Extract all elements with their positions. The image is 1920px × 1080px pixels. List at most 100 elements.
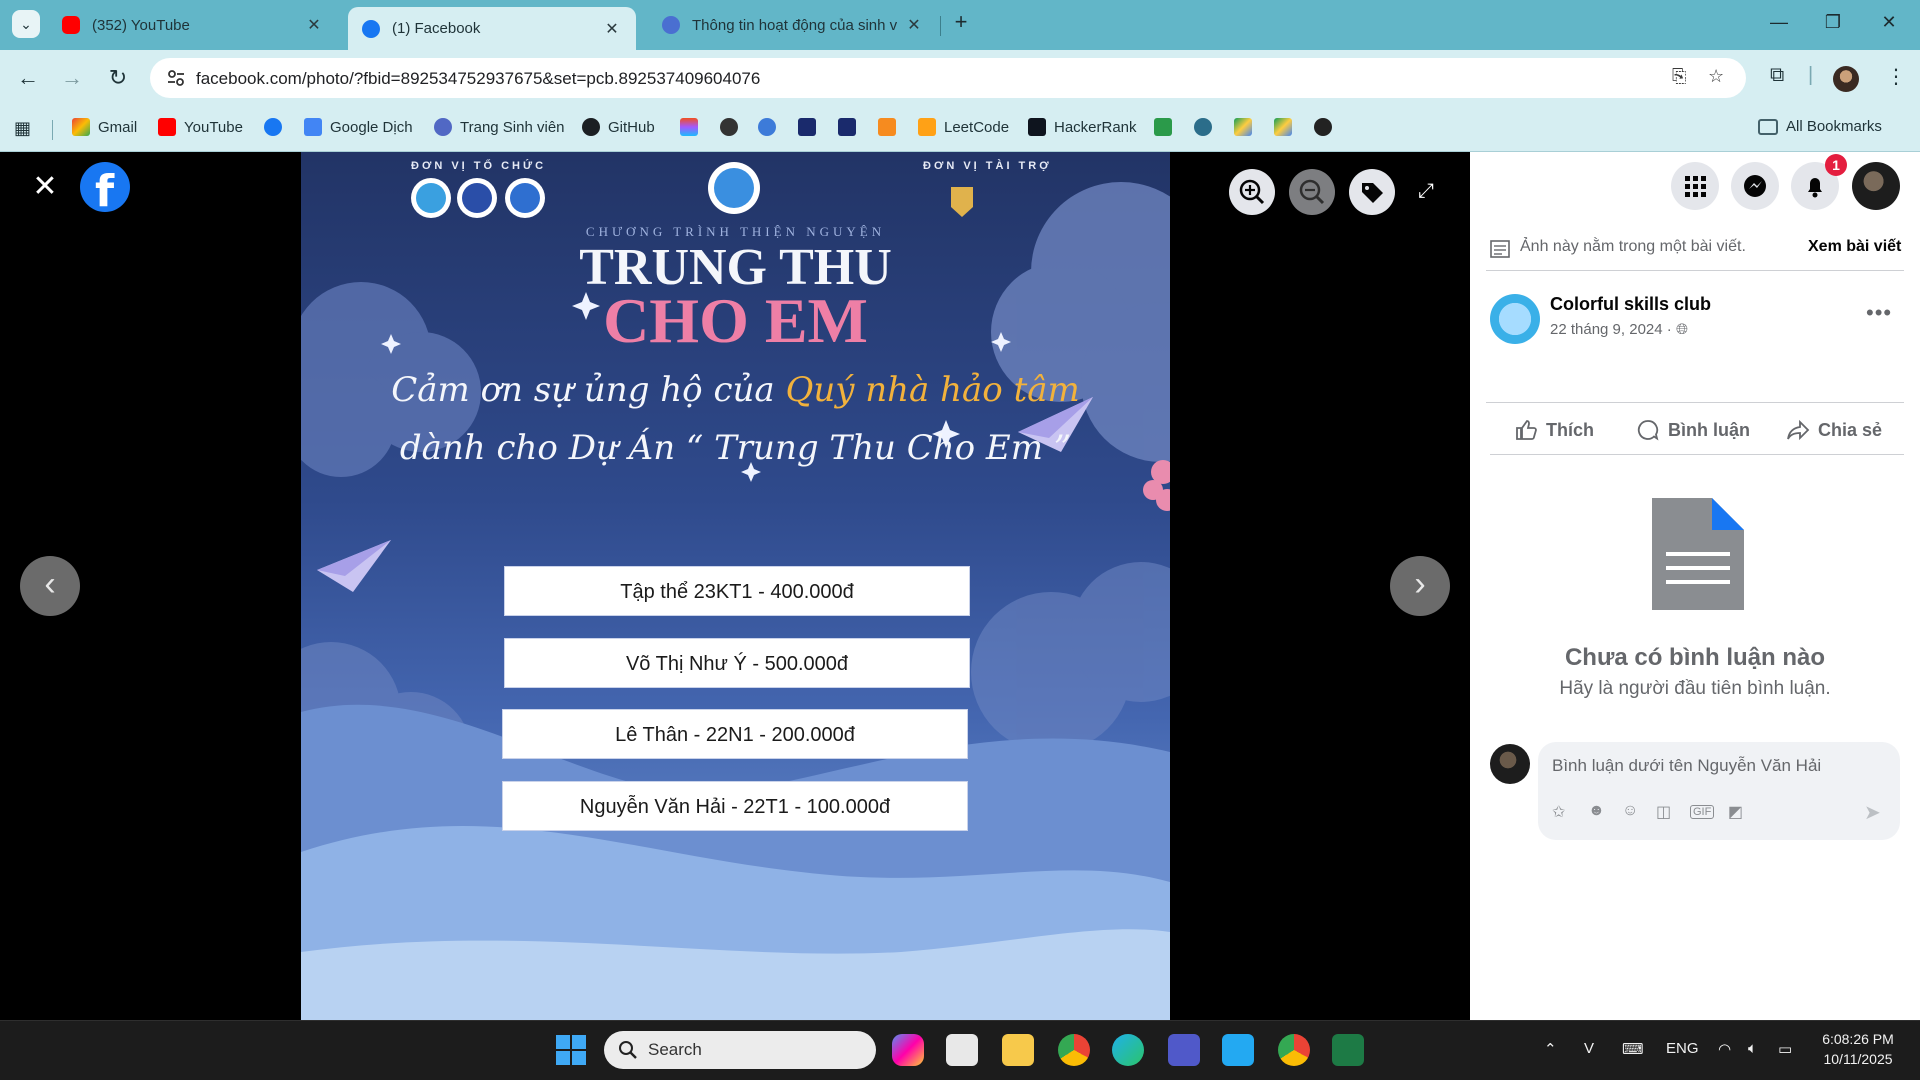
windows-start-icon[interactable] — [556, 1035, 586, 1065]
file-explorer-icon[interactable] — [1002, 1034, 1034, 1066]
system-clock[interactable]: 6:08:26 PM 10/11/2025 — [1810, 1029, 1906, 1069]
bookmark-canva[interactable] — [758, 118, 784, 136]
copilot-icon[interactable] — [892, 1034, 924, 1066]
gif-icon[interactable]: GIF — [1690, 805, 1715, 819]
camera-icon[interactable]: ◫ — [1656, 802, 1671, 822]
apps-icon[interactable]: ▦ — [14, 118, 31, 139]
vscode-icon[interactable] — [1222, 1034, 1254, 1066]
close-icon[interactable]: ✕ — [602, 19, 622, 39]
zoom-out-icon — [1299, 179, 1325, 205]
view-post-link[interactable]: Xem bài viết — [1808, 238, 1901, 256]
bookmark-facebook[interactable] — [264, 118, 290, 136]
divider — [1486, 402, 1904, 403]
like-button[interactable]: Thích — [1514, 418, 1594, 442]
edge-icon[interactable] — [1112, 1034, 1144, 1066]
tab-student-activity[interactable]: Thông tin hoạt động của sinh v ✕ — [648, 7, 938, 43]
previous-photo-button[interactable]: ‹ — [20, 556, 80, 616]
avatar-sticker-icon[interactable]: ✩ — [1552, 802, 1565, 822]
chrome-profile-icon[interactable] — [1278, 1034, 1310, 1066]
zoom-in-button[interactable] — [1229, 169, 1275, 215]
back-button[interactable]: ← — [14, 64, 42, 92]
bookmark-site-a[interactable] — [798, 118, 824, 136]
language-indicator[interactable]: ENG — [1666, 1040, 1699, 1057]
hackerrank-icon — [1028, 118, 1046, 136]
bookmark-google-translate[interactable]: Google Dịch — [304, 118, 413, 136]
site-info-icon[interactable] — [166, 68, 186, 88]
university-icon — [662, 16, 680, 34]
teams-icon[interactable] — [1168, 1034, 1200, 1066]
show-hidden-icons[interactable]: ⌃ — [1544, 1040, 1557, 1058]
bookmark-github[interactable]: GitHub — [582, 118, 655, 136]
emoji-face-icon[interactable]: ☻ — [1588, 802, 1605, 820]
tag-photo-button[interactable] — [1349, 169, 1395, 215]
taskbar: Search ⌃ V ⌨ ENG ◠ 🔈︎ ▭ 6:08:26 PM 10/11… — [0, 1020, 1920, 1080]
comment-box[interactable]: Bình luận dưới tên Nguyễn Văn Hải ✩ ☻ ☺ … — [1538, 742, 1900, 840]
share-button[interactable]: Chia sẻ — [1786, 418, 1882, 442]
more-options-button[interactable]: ••• — [1866, 300, 1892, 326]
chrome-icon[interactable] — [1058, 1034, 1090, 1066]
new-tab-button[interactable]: + — [946, 9, 976, 35]
bookmark-student-portal[interactable]: Trang Sinh viên — [434, 118, 565, 136]
tab-search-button[interactable]: ⌄ — [12, 10, 40, 38]
keyboard-icon[interactable]: ⌨ — [1622, 1040, 1644, 1058]
minimize-icon[interactable]: — — [1764, 12, 1794, 33]
author-name[interactable]: Colorful skills club — [1550, 294, 1711, 315]
account-avatar[interactable] — [1852, 162, 1900, 210]
forward-button[interactable]: → — [58, 64, 86, 92]
bookmark-webflow[interactable] — [1154, 118, 1180, 136]
restore-icon[interactable]: ❐ — [1818, 12, 1848, 33]
bookmark-youtube[interactable]: YouTube — [158, 118, 243, 136]
window-close-icon[interactable]: ✕ — [1874, 12, 1904, 33]
messenger-button[interactable] — [1731, 162, 1779, 210]
tab-facebook[interactable]: (1) Facebook ✕ — [348, 7, 636, 50]
send-icon[interactable]: ➤ — [1864, 800, 1881, 825]
bookmark-site-b[interactable] — [838, 118, 864, 136]
leetcode-icon — [918, 118, 936, 136]
comment-button[interactable]: Bình luận — [1636, 418, 1750, 442]
bookmark-copilot[interactable] — [1314, 118, 1340, 136]
bookmark-leetcode[interactable]: LeetCode — [918, 118, 1009, 136]
next-photo-button[interactable]: › — [1390, 556, 1450, 616]
bookmark-chatgpt[interactable] — [720, 118, 746, 136]
excel-icon[interactable] — [1332, 1034, 1364, 1066]
author-avatar[interactable] — [1490, 294, 1540, 344]
sticker-icon[interactable]: ◩ — [1728, 802, 1743, 822]
canva-icon — [758, 118, 776, 136]
close-icon[interactable]: ✕ — [904, 15, 924, 35]
tab-youtube[interactable]: (352) YouTube ✕ — [48, 7, 338, 43]
emoji-icon[interactable]: ☺ — [1622, 802, 1638, 820]
bookmark-star-icon[interactable]: ☆ — [1708, 66, 1724, 87]
zoom-out-button[interactable] — [1289, 169, 1335, 215]
close-icon[interactable]: ✕ — [304, 15, 324, 35]
facebook-logo-icon[interactable]: f — [80, 162, 130, 217]
vivaldi-tray-icon[interactable]: V — [1584, 1040, 1594, 1057]
extensions-icon[interactable]: ⧉ — [1770, 64, 1784, 87]
wifi-icon[interactable]: ◠ — [1718, 1040, 1731, 1058]
bookmark-figma[interactable] — [680, 118, 706, 136]
bookmark-gmail[interactable]: Gmail — [72, 118, 137, 136]
divider — [1486, 270, 1904, 271]
close-viewer-button[interactable]: ✕ — [30, 172, 60, 202]
bookmark-site-c[interactable] — [878, 118, 904, 136]
commenter-avatar[interactable] — [1490, 744, 1530, 784]
install-app-icon[interactable]: ⎘ — [1672, 66, 1686, 87]
menu-icon[interactable]: ⋮ — [1886, 64, 1906, 89]
post-date[interactable]: 22 tháng 9, 2024 · 🌐︎ — [1550, 321, 1688, 338]
menu-grid-button[interactable] — [1671, 162, 1719, 210]
bookmark-drive[interactable] — [1234, 118, 1260, 136]
browser-profile-avatar[interactable] — [1833, 66, 1859, 92]
address-bar[interactable]: facebook.com/photo/?fbid=892534752937675… — [150, 58, 1746, 98]
bookmark-label: GitHub — [608, 118, 655, 136]
volume-icon[interactable]: 🔈︎ — [1748, 1040, 1757, 1057]
taskbar-search[interactable]: Search — [604, 1031, 876, 1069]
bookmark-react[interactable] — [1194, 118, 1220, 136]
reload-button[interactable]: ↻ — [104, 64, 132, 92]
all-bookmarks[interactable]: All Bookmarks — [1758, 118, 1882, 135]
bookmark-hackerrank[interactable]: HackerRank — [1028, 118, 1137, 136]
tab-divider — [940, 16, 941, 36]
comment-input[interactable]: Bình luận dưới tên Nguyễn Văn Hải — [1552, 756, 1821, 776]
bookmark-drive-2[interactable] — [1274, 118, 1300, 136]
store-icon[interactable] — [946, 1034, 978, 1066]
battery-icon[interactable]: ▭ — [1778, 1040, 1792, 1058]
fullscreen-icon[interactable]: ⤢ — [1418, 180, 1434, 203]
